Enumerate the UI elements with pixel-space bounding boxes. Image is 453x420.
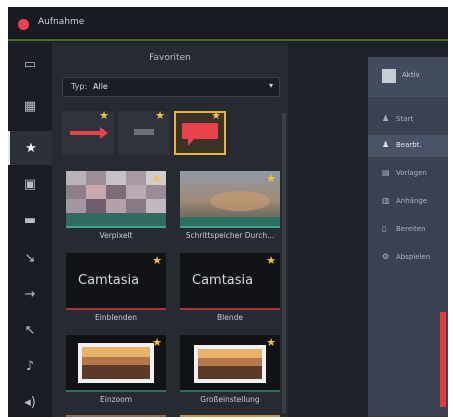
favorite-item-8[interactable]: ★	[180, 415, 280, 417]
favorite-arrow-tile[interactable]: ★	[62, 109, 114, 155]
right-item-play[interactable]: ⚙ Abspielen	[368, 247, 448, 269]
favorite-item-label: Schrittspeicher Durch...	[185, 231, 275, 240]
transitions-icon[interactable]: ▬	[8, 203, 52, 237]
canvas-area	[288, 43, 368, 417]
right-item-attachments[interactable]: ▥ Anhänge	[368, 191, 448, 213]
star-icon: ★	[152, 254, 162, 267]
star-icon: ★	[152, 336, 162, 349]
star-icon: ★	[155, 109, 165, 122]
favorite-item-label: Einzoom	[100, 395, 132, 404]
properties-header: Aktiv	[368, 57, 448, 97]
folder-icon: ▥	[382, 196, 390, 205]
right-item-edit[interactable]: ♟ Bearbt.	[368, 135, 448, 157]
right-item-start[interactable]: ♟ Start	[368, 109, 448, 131]
panel-scrollbar[interactable]	[282, 113, 286, 413]
app-window: Aufnahme ▭ ▦ ★ ▣ ▬ ↘ → ↖ ♪ ◂) Favoriten …	[8, 7, 448, 417]
fade-in-thumbnail: Camtasia	[66, 253, 166, 310]
title-bar: Aufnahme	[8, 7, 448, 41]
right-item-templates[interactable]: ▤ Vorlagen	[368, 163, 448, 185]
star-icon: ★	[266, 336, 276, 349]
right-item-prepare[interactable]: ▯ Bereiten	[368, 219, 448, 241]
star-icon: ★	[211, 109, 221, 122]
favorite-item-5[interactable]: ★ Einzoom	[66, 335, 166, 407]
panel-title: Favoriten	[149, 53, 191, 63]
chevron-down-icon: ▾	[268, 81, 273, 90]
behaviors-icon[interactable]: ↘	[8, 241, 52, 275]
favorites-panel: Favoriten Typ: Alle ▾ ★ ★ ★ ★ Verpixelt …	[52, 43, 288, 417]
animations-icon[interactable]: →	[8, 277, 52, 311]
person-icon: ♟	[382, 114, 390, 123]
favorite-item-6[interactable]: ★ Großeinstellung	[180, 335, 280, 407]
tool-rail: ▭ ▦ ★ ▣ ▬ ↘ → ↖ ♪ ◂)	[8, 43, 52, 417]
favorite-item-label: Einblenden	[95, 313, 137, 322]
media-icon[interactable]: ▭	[8, 47, 52, 81]
app-title: Aufnahme	[38, 17, 85, 27]
timeline-marker[interactable]	[440, 312, 446, 407]
camtasia-text: Camtasia	[192, 273, 254, 288]
favorite-item-2[interactable]: ★ Schrittspeicher Durch...	[180, 171, 280, 243]
record-icon[interactable]	[18, 19, 29, 30]
document-icon: ▤	[382, 168, 390, 177]
person-icon: ♟	[382, 140, 390, 149]
favorite-item-label: Verpixelt	[99, 231, 133, 240]
favorite-callout-tile[interactable]: ★	[174, 109, 226, 155]
blur-thumbnail	[180, 171, 280, 228]
star-icon: ★	[266, 415, 276, 417]
favorites-icon[interactable]: ★	[8, 131, 52, 165]
face-thumbnail	[66, 415, 166, 417]
checkbox-icon[interactable]	[382, 69, 396, 83]
star-icon: ★	[266, 254, 276, 267]
library-icon[interactable]: ▦	[8, 89, 52, 123]
annotations-icon[interactable]: ▣	[8, 167, 52, 201]
star-icon: ★	[266, 172, 276, 185]
favorite-item-label: Blende	[217, 313, 243, 322]
glow-thumbnail	[180, 415, 280, 417]
star-icon: ★	[99, 109, 109, 122]
network-icon: ⚙	[382, 252, 390, 261]
properties-header-label: Aktiv	[402, 71, 420, 79]
type-filter-select[interactable]: Typ: Alle ▾	[62, 77, 280, 97]
favorite-item-7[interactable]: ★	[66, 415, 166, 417]
star-icon: ★	[152, 172, 162, 185]
file-icon: ▯	[382, 224, 387, 233]
favorite-item-label: Großeinstellung	[200, 395, 260, 404]
voice-icon[interactable]: ◂)	[8, 385, 52, 417]
scale-thumbnail	[180, 335, 280, 392]
dissolve-thumbnail: Camtasia	[180, 253, 280, 310]
camtasia-text: Camtasia	[78, 273, 140, 288]
properties-pane: Aktiv ♟ Start ♟ Bearbt. ▤ Vorlagen ▥ Anh…	[368, 57, 448, 417]
favorite-item-1[interactable]: ★ Verpixelt	[66, 171, 166, 243]
star-icon: ★	[152, 415, 162, 417]
type-filter-label: Typ:	[71, 82, 88, 91]
type-filter-value: Alle	[93, 82, 108, 91]
pixelate-thumbnail	[66, 171, 166, 228]
zoom-in-thumbnail	[66, 335, 166, 392]
favorite-item-3[interactable]: Camtasia ★ Einblenden	[66, 253, 166, 325]
cursor-icon[interactable]: ↖	[8, 313, 52, 347]
audio-icon[interactable]: ♪	[8, 349, 52, 383]
favorite-item-4[interactable]: Camtasia ★ Blende	[180, 253, 280, 325]
favorite-text-tile[interactable]: ★	[118, 109, 170, 155]
